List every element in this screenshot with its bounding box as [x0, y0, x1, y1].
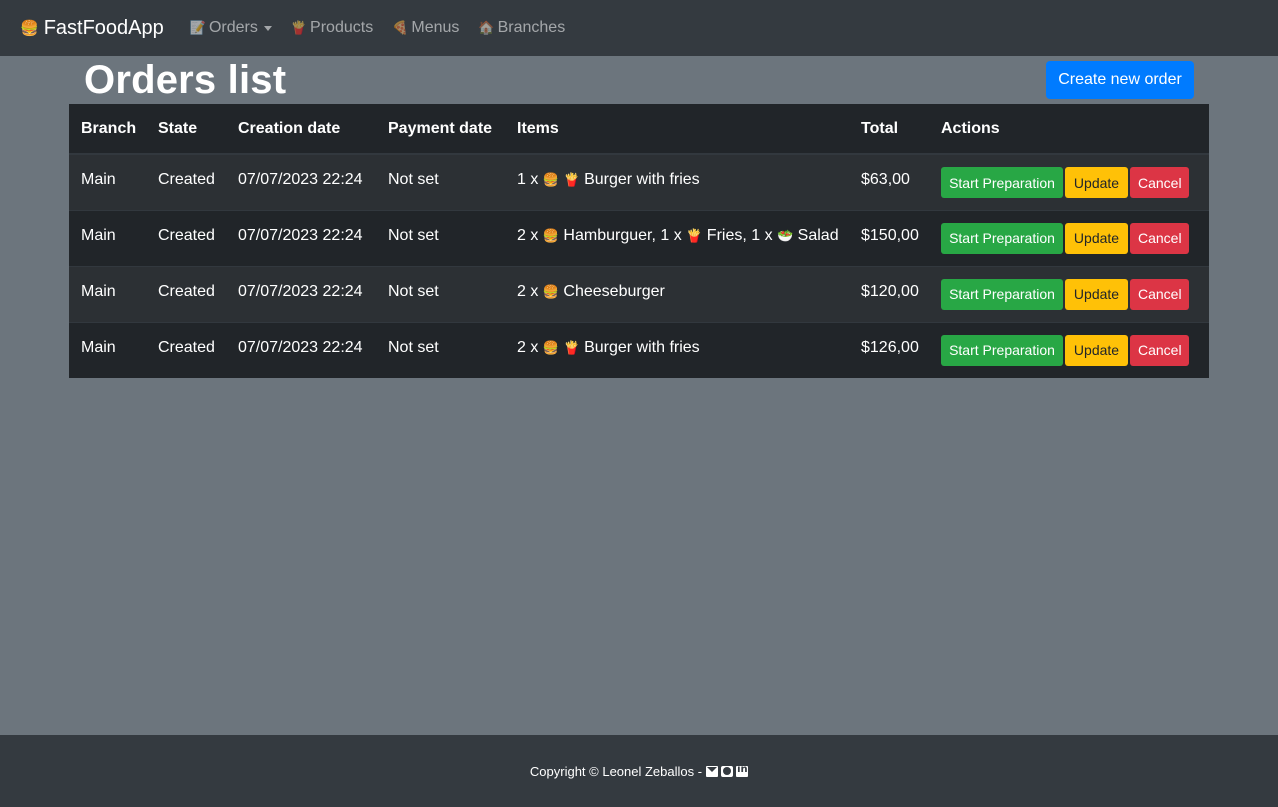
- cell-actions: Start Preparation Update Cancel: [929, 321, 1209, 378]
- burger-icon: 🍔: [542, 173, 559, 188]
- cell-branch: Main: [69, 209, 146, 266]
- nav-item-products-label: Products: [310, 19, 374, 36]
- mail-icon[interactable]: [706, 765, 719, 777]
- cell-creation-date: 07/07/2023 22:24: [226, 321, 376, 378]
- cell-state: Created: [146, 265, 226, 322]
- orders-table-body: Main Created 07/07/2023 22:24 Not set 1 x 🍔 …: [69, 153, 1209, 378]
- table-row: Main Created 07/07/2023 22:24 Not set 2 x 🍔 …: [69, 265, 1209, 322]
- page-title: Orders list: [84, 58, 287, 102]
- header-items: Items: [505, 104, 849, 155]
- social-links: [706, 764, 749, 777]
- cell-total: $150,00: [849, 209, 929, 266]
- table-row: Main Created 07/07/2023 22:24 Not set 1 x 🍔 …: [69, 153, 1209, 210]
- cell-total: $126,00: [849, 321, 929, 378]
- copyright-text: Copyright © Leonel Zeballos -: [529, 763, 703, 779]
- cell-state: Created: [146, 153, 226, 210]
- brand-link[interactable]: 🍔 FastFoodApp: [20, 17, 164, 40]
- nav-item-branches[interactable]: 🏠 Branches: [478, 19, 565, 37]
- nav-item-products[interactable]: 🍟 Products: [291, 19, 373, 37]
- cell-payment-date: Not set: [376, 209, 505, 266]
- item-text: 1 x: [517, 171, 543, 188]
- cell-payment-date: Not set: [376, 321, 505, 378]
- burger-icon: 🍔: [542, 340, 559, 356]
- fries-icon: 🍟: [563, 173, 580, 188]
- cell-items: 2 x 🍔 Cheeseburger: [505, 265, 849, 322]
- create-order-button[interactable]: Create new order: [1046, 61, 1194, 99]
- pizza-icon: 🍕: [392, 20, 409, 36]
- cancel-button[interactable]: Cancel: [1130, 334, 1189, 366]
- cell-items: 2 x 🍔 Hamburguer, 1 x 🍟 Fries, 1 x 🥗 Sal…: [505, 209, 849, 266]
- fries-icon: 🍟: [563, 340, 580, 356]
- table-row: Main Created 07/07/2023 22:24 Not set 2 x 🍔 …: [69, 209, 1209, 266]
- cell-items: 1 x 🍔 🍟 Burger with fries: [505, 153, 849, 210]
- cell-state: Created: [146, 321, 226, 378]
- salad-icon: 🥗: [777, 228, 794, 244]
- house-icon: 🏠: [478, 20, 495, 36]
- cell-actions: Start Preparation Update Cancel: [929, 209, 1209, 266]
- nav-item-menus[interactable]: 🍕 Menus: [392, 19, 459, 37]
- start-preparation-button[interactable]: Start Preparation: [941, 222, 1063, 254]
- cell-items: 2 x 🍔 🍟 Burger with fries: [505, 321, 849, 378]
- caret-down-icon: [263, 25, 272, 31]
- item-text: Fries, 1 x: [702, 226, 778, 244]
- item-text: 2 x: [517, 282, 543, 300]
- header-payment-date: Payment date: [376, 104, 505, 155]
- item-text: 2 x: [517, 338, 543, 356]
- nav-item-branches-label: Branches: [497, 19, 566, 36]
- start-preparation-button[interactable]: Start Preparation: [941, 334, 1063, 366]
- cell-total: $120,00: [849, 265, 929, 322]
- table-row: Main Created 07/07/2023 22:24 Not set 2 x 🍔 …: [69, 321, 1209, 378]
- header-branch: Branch: [69, 104, 146, 155]
- item-text: Burger with fries: [579, 171, 700, 188]
- cell-creation-date: 07/07/2023 22:24: [226, 265, 376, 322]
- table-header-row: Branch State Creation date Payment date …: [69, 104, 1209, 155]
- header-state: State: [146, 104, 226, 155]
- start-preparation-button[interactable]: Start Preparation: [941, 278, 1063, 310]
- item-text: Burger with fries: [579, 338, 700, 356]
- brand-label: FastFoodApp: [43, 16, 164, 39]
- orders-table: Branch State Creation date Payment date …: [69, 104, 1209, 378]
- cancel-button[interactable]: Cancel: [1130, 278, 1189, 310]
- update-button[interactable]: Update: [1065, 334, 1128, 366]
- item-text: Cheeseburger: [558, 282, 665, 300]
- cell-branch: Main: [69, 321, 146, 378]
- nav-item-menus-label: Menus: [411, 19, 460, 36]
- header-actions: Actions: [929, 104, 1209, 155]
- cancel-button[interactable]: Cancel: [1130, 167, 1189, 198]
- update-button[interactable]: Update: [1065, 167, 1128, 198]
- update-button[interactable]: Update: [1065, 222, 1128, 254]
- cell-payment-date: Not set: [376, 265, 505, 322]
- cell-actions: Start Preparation Update Cancel: [929, 265, 1209, 322]
- cancel-button[interactable]: Cancel: [1130, 222, 1189, 254]
- memo-icon: 📝: [189, 20, 206, 36]
- nav-item-orders[interactable]: 📝 Orders: [190, 19, 272, 37]
- cell-actions: Start Preparation Update Cancel: [929, 153, 1209, 210]
- cell-state: Created: [146, 209, 226, 266]
- cell-creation-date: 07/07/2023 22:24: [226, 209, 376, 266]
- item-text: Hamburguer, 1 x: [558, 226, 687, 244]
- top-navbar: 🍔 FastFoodApp 📝 Orders 🍟 Products 🍕 Menu…: [0, 0, 1278, 56]
- burger-icon: 🍔: [542, 228, 559, 244]
- footer: Copyright © Leonel Zeballos -: [0, 735, 1278, 807]
- start-preparation-button[interactable]: Start Preparation: [941, 167, 1063, 198]
- burger-icon: 🍔: [542, 284, 559, 300]
- header-total: Total: [849, 104, 929, 155]
- item-text: Salad: [793, 226, 839, 244]
- fries-icon: 🍟: [290, 20, 308, 36]
- fries-icon: 🍟: [686, 228, 703, 244]
- nav-item-orders-label: Orders: [208, 19, 258, 36]
- update-button[interactable]: Update: [1065, 278, 1128, 310]
- cell-payment-date: Not set: [376, 153, 505, 210]
- item-text: 2 x: [517, 226, 543, 244]
- github-icon[interactable]: [721, 765, 734, 777]
- header-creation-date: Creation date: [226, 104, 376, 155]
- cell-branch: Main: [69, 265, 146, 322]
- burger-icon: 🍔: [20, 19, 39, 37]
- cell-total: $63,00: [849, 153, 929, 210]
- linkedin-icon[interactable]: [736, 764, 749, 777]
- cell-branch: Main: [69, 153, 146, 210]
- cell-creation-date: 07/07/2023 22:24: [226, 153, 376, 210]
